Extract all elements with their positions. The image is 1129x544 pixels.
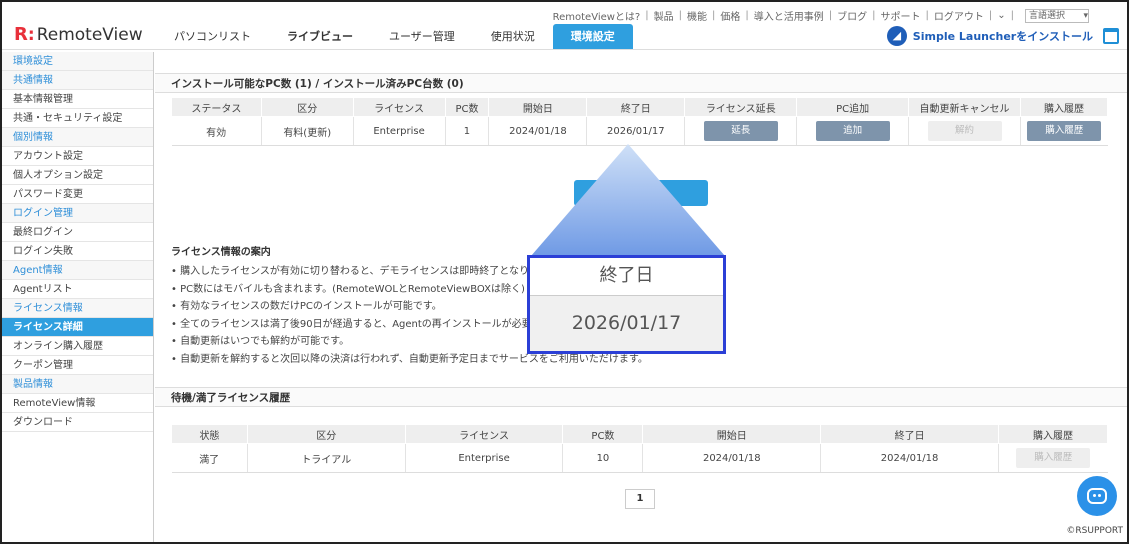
chevron-down-icon: ▾ bbox=[1083, 10, 1088, 21]
tab-user-management[interactable]: ユーザー管理 bbox=[371, 24, 473, 50]
cell-category: 有料(更新) bbox=[261, 116, 354, 146]
zoom-callout: 終了日 2026/01/17 bbox=[527, 255, 726, 354]
license-section-title: インストール可能なPC数 (1) / インストール済みPC台数 (0) bbox=[155, 73, 1127, 93]
sidebar-item[interactable]: ダウンロード bbox=[2, 413, 153, 432]
top-link-logout[interactable]: ログアウト bbox=[934, 8, 984, 23]
add-pc-button[interactable]: 追加 bbox=[815, 121, 890, 141]
cell-pc-count: 1 bbox=[445, 116, 490, 146]
column-header: 開始日 bbox=[642, 424, 822, 444]
column-header: PC追加 bbox=[796, 97, 910, 117]
column-header: 区分 bbox=[260, 97, 354, 117]
sidebar-item[interactable]: RemoteView情報 bbox=[2, 394, 153, 413]
purchase-history-button[interactable]: 購入履歴 bbox=[1027, 121, 1102, 141]
tab-pc-list[interactable]: パソコンリスト bbox=[156, 24, 269, 50]
sidebar-category[interactable]: ログイン管理 bbox=[2, 204, 153, 223]
column-header: PC数 bbox=[444, 97, 490, 117]
top-link-cases[interactable]: 導入と活用事例 bbox=[754, 8, 824, 23]
top-link-blog[interactable]: ブログ bbox=[837, 8, 867, 23]
info-title: ライセンス情報の案内 bbox=[171, 247, 271, 258]
page-button-1[interactable]: 1 bbox=[625, 489, 655, 509]
cell-end-date: 2026/01/17 bbox=[586, 116, 686, 146]
table-row: 満了 トライアル Enterprise 10 2024/01/18 2024/0… bbox=[171, 443, 1108, 473]
robot-icon bbox=[1087, 488, 1107, 504]
calendar-icon[interactable] bbox=[1103, 28, 1119, 44]
tab-live-view[interactable]: ライブビュー bbox=[269, 24, 371, 50]
sidebar-item[interactable]: ライセンス詳細 bbox=[2, 318, 153, 337]
top-links: RemoteViewとは? | 製品 | 機能 | 価格 | 導入と活用事例 | ブログ |… bbox=[552, 8, 1089, 23]
cell-state: 満了 bbox=[171, 443, 248, 473]
sidebar-category[interactable]: 個別情報 bbox=[2, 128, 153, 147]
launcher-icon: ◢ bbox=[886, 26, 907, 46]
cell-status: 有効 bbox=[171, 116, 262, 146]
sidebar-category[interactable]: 製品情報 bbox=[2, 375, 153, 394]
license-table: ステータス 区分 ライセンス PC数 開始日 終了日 ライセンス延長 PC追加 自動更新キャンセ… bbox=[171, 97, 1109, 146]
app-window: RemoteViewとは? | 製品 | 機能 | 価格 | 導入と活用事例 | ブログ |… bbox=[0, 0, 1129, 544]
zoom-value: 2026/01/17 bbox=[530, 296, 723, 351]
sidebar-item[interactable]: クーポン管理 bbox=[2, 356, 153, 375]
sidebar: 環境設定 共通情報 基本情報管理 共通・セキュリティ設定 個別情報 アカウント設定 個人オプ… bbox=[2, 52, 154, 542]
top-link-products[interactable]: 製品 bbox=[654, 8, 674, 23]
cell-category: トライアル bbox=[247, 443, 406, 473]
cell-pc-count: 10 bbox=[562, 443, 644, 473]
logo[interactable]: R : RemoteView bbox=[14, 24, 143, 45]
column-header: 開始日 bbox=[488, 97, 588, 117]
column-header: 自動更新キャンセル bbox=[908, 97, 1021, 117]
cell-end-date: 2024/01/18 bbox=[820, 443, 999, 473]
sidebar-item[interactable]: 共通・セキュリティ設定 bbox=[2, 109, 153, 128]
sidebar-category[interactable]: 共通情報 bbox=[2, 71, 153, 90]
chatbot-button[interactable] bbox=[1077, 476, 1117, 516]
zoom-header: 終了日 bbox=[530, 258, 723, 296]
tab-usage[interactable]: 使用状況 bbox=[473, 24, 553, 50]
sidebar-category[interactable]: ライセンス情報 bbox=[2, 299, 153, 318]
cell-license: Enterprise bbox=[353, 116, 446, 146]
sidebar-category[interactable]: Agent情報 bbox=[2, 261, 153, 280]
column-header: 終了日 bbox=[586, 97, 686, 117]
sidebar-category[interactable]: 環境設定 bbox=[2, 52, 153, 71]
chevron-down-icon[interactable]: ⌄ bbox=[997, 10, 1005, 21]
sidebar-item[interactable]: 最終ログイン bbox=[2, 223, 153, 242]
column-header: 購入履歴 bbox=[998, 424, 1108, 444]
extend-button[interactable]: 延長 bbox=[703, 121, 778, 141]
top-link-features[interactable]: 機能 bbox=[687, 8, 707, 23]
column-header: PC数 bbox=[562, 424, 644, 444]
sidebar-item[interactable]: オンライン購入履歴 bbox=[2, 337, 153, 356]
main-nav: パソコンリスト ライブビュー ユーザー管理 使用状況 環境設定 bbox=[156, 24, 633, 50]
tab-settings[interactable]: 環境設定 bbox=[552, 24, 633, 50]
copyright: ©RSUPPORT bbox=[1066, 526, 1123, 536]
column-header: 区分 bbox=[246, 424, 406, 444]
language-select[interactable]: 言語選択 ▾ bbox=[1025, 8, 1089, 23]
cell-license: Enterprise bbox=[405, 443, 564, 473]
header-divider bbox=[2, 49, 1127, 50]
column-header: 終了日 bbox=[820, 424, 999, 444]
sidebar-item[interactable]: アカウント設定 bbox=[2, 147, 153, 166]
cancel-auto-renew-button[interactable]: 解約 bbox=[927, 121, 1002, 141]
column-header: ライセンス bbox=[404, 424, 564, 444]
sidebar-item[interactable]: パスワード変更 bbox=[2, 185, 153, 204]
top-link-pricing[interactable]: 価格 bbox=[720, 8, 740, 23]
history-table: 状態 区分 ライセンス PC数 開始日 終了日 購入履歴 満了 トライアル Enterpri… bbox=[171, 424, 1108, 473]
cell-start-date: 2024/01/18 bbox=[642, 443, 822, 473]
sidebar-item[interactable]: 基本情報管理 bbox=[2, 90, 153, 109]
column-header: ライセンス bbox=[352, 97, 446, 117]
table-row: 有効 有料(更新) Enterprise 1 2024/01/18 2026/0… bbox=[171, 116, 1108, 146]
cell-start-date: 2024/01/18 bbox=[488, 116, 588, 146]
top-link-support[interactable]: サポート bbox=[880, 8, 920, 23]
purchase-history-button[interactable]: 購入履歴 bbox=[1016, 448, 1091, 468]
sidebar-item[interactable]: 個人オプション設定 bbox=[2, 166, 153, 185]
sidebar-item[interactable]: Agentリスト bbox=[2, 280, 153, 299]
column-header: 状態 bbox=[171, 424, 248, 444]
simple-launcher-link[interactable]: ◢ Simple Launcherをインストール bbox=[886, 26, 1093, 46]
sidebar-item[interactable]: ログイン失敗 bbox=[2, 242, 153, 261]
column-header: 購入履歴 bbox=[1019, 97, 1109, 117]
logo-mark: R bbox=[14, 24, 28, 45]
top-link-about[interactable]: RemoteViewとは? bbox=[553, 8, 641, 23]
logo-text: RemoteView bbox=[36, 24, 143, 45]
history-section-title: 待機/満了ライセンス履歴 bbox=[155, 387, 1127, 407]
column-header: ステータス bbox=[171, 97, 262, 117]
column-header: ライセンス延長 bbox=[684, 97, 798, 117]
